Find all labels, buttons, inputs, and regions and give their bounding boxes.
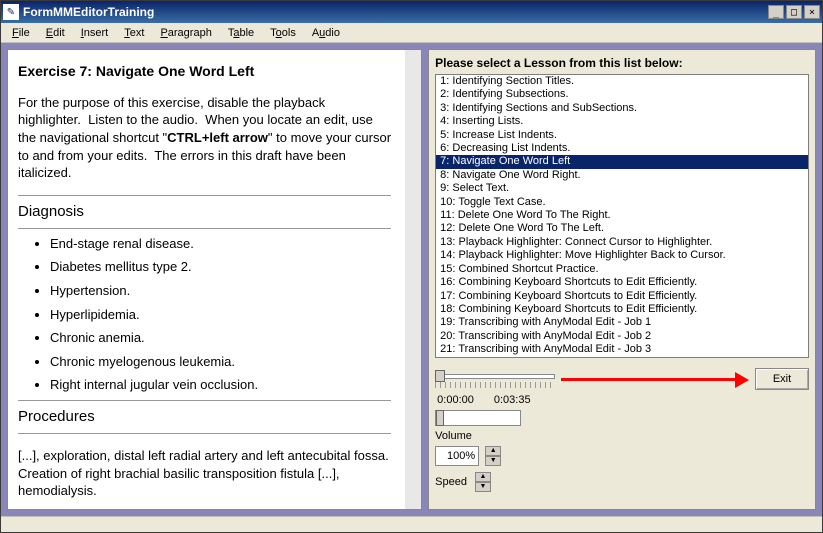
lesson-item[interactable]: 5: Increase List Indents. xyxy=(436,129,808,142)
statusbar xyxy=(1,516,822,532)
list-item: Chronic myelogenous leukemia. xyxy=(50,353,391,371)
app-window: ✎ FormMMEditorTraining _ □ × File Edit I… xyxy=(0,0,823,533)
lesson-item[interactable]: 2: Identifying Subsections. xyxy=(436,88,808,101)
menubar: File Edit Insert Text Paragraph Table To… xyxy=(1,23,822,43)
menu-file[interactable]: File xyxy=(5,25,37,41)
lesson-item[interactable]: 9: Select Text. xyxy=(436,182,808,195)
speed-down-button[interactable]: ▼ xyxy=(485,456,501,466)
lesson-item[interactable]: 15: Combined Shortcut Practice. xyxy=(436,263,808,276)
list-item: Diabetes mellitus type 2. xyxy=(50,258,391,276)
speed-label: Speed xyxy=(435,476,467,488)
menu-table[interactable]: Table xyxy=(221,25,261,41)
exit-button[interactable]: Exit xyxy=(755,368,809,390)
lesson-item[interactable]: 3: Identifying Sections and SubSections. xyxy=(436,102,808,115)
lesson-item[interactable]: 17: Combining Keyboard Shortcuts to Edit… xyxy=(436,290,808,303)
maximize-button[interactable]: □ xyxy=(786,5,802,19)
lesson-item[interactable]: 8: Navigate One Word Right. xyxy=(436,169,808,182)
section-diagnosis-title: Diagnosis xyxy=(18,202,391,222)
window-title: FormMMEditorTraining xyxy=(23,5,768,19)
lesson-item[interactable]: 11: Delete One Word To The Right. xyxy=(436,209,808,222)
menu-text[interactable]: Text xyxy=(117,25,151,41)
audio-position: 0:00:00 xyxy=(437,394,474,406)
procedures-body: [...], exploration, distal left radial a… xyxy=(18,447,391,500)
list-item: Right internal jugular vein occlusion. xyxy=(50,376,391,394)
document-pane: Exercise 7: Navigate One Word Left For t… xyxy=(7,49,422,510)
lesson-item[interactable]: 12: Delete One Word To The Left. xyxy=(436,222,808,235)
speed-alt-down[interactable]: ▼ xyxy=(475,482,491,492)
annotation-arrow xyxy=(561,375,749,383)
section-procedures-title: Procedures xyxy=(18,407,391,427)
audio-duration: 0:03:35 xyxy=(494,394,531,406)
lesson-item[interactable]: 1: Identifying Section Titles. xyxy=(436,75,808,88)
menu-insert[interactable]: Insert xyxy=(74,25,116,41)
lesson-item[interactable]: 21: Transcribing with AnyModal Edit - Jo… xyxy=(436,343,808,356)
volume-label: Volume xyxy=(435,430,809,442)
list-item: End-stage renal disease. xyxy=(50,235,391,253)
diagnosis-list: End-stage renal disease. Diabetes mellit… xyxy=(50,235,391,394)
lesson-item[interactable]: 19: Transcribing with AnyModal Edit - Jo… xyxy=(436,316,808,329)
titlebar: ✎ FormMMEditorTraining _ □ × xyxy=(1,1,822,23)
client-area: Exercise 7: Navigate One Word Left For t… xyxy=(1,43,822,516)
lesson-item[interactable]: 14: Playback Highlighter: Move Highlight… xyxy=(436,249,808,262)
seek-slider[interactable] xyxy=(435,368,555,390)
lesson-item[interactable]: 20: Transcribing with AnyModal Edit - Jo… xyxy=(436,330,808,343)
lesson-item[interactable]: 10: Toggle Text Case. xyxy=(436,196,808,209)
document-body[interactable]: Exercise 7: Navigate One Word Left For t… xyxy=(8,50,405,509)
volume-thumb[interactable] xyxy=(436,410,444,426)
lesson-list[interactable]: 1: Identifying Section Titles.2: Identif… xyxy=(435,74,809,358)
lesson-prompt: Please select a Lesson from this list be… xyxy=(435,56,809,70)
volume-slider[interactable] xyxy=(435,410,521,426)
minimize-button[interactable]: _ xyxy=(768,5,784,19)
speed-alt-up[interactable]: ▲ xyxy=(475,472,491,482)
menu-edit[interactable]: Edit xyxy=(39,25,72,41)
lesson-item[interactable]: 13: Playback Highlighter: Connect Cursor… xyxy=(436,236,808,249)
exercise-title: Exercise 7: Navigate One Word Left xyxy=(18,62,391,81)
menu-tools[interactable]: Tools xyxy=(263,25,303,41)
lesson-item[interactable]: 7: Navigate One Word Left xyxy=(436,155,808,168)
menu-paragraph[interactable]: Paragraph xyxy=(153,25,218,41)
lesson-item[interactable]: 18: Combining Keyboard Shortcuts to Edit… xyxy=(436,303,808,316)
close-button[interactable]: × xyxy=(804,5,820,19)
lesson-item[interactable]: 6: Decreasing List Indents. xyxy=(436,142,808,155)
speed-value[interactable]: 100% xyxy=(435,446,479,466)
lesson-item[interactable]: 4: Inserting Lists. xyxy=(436,115,808,128)
exercise-intro: For the purpose of this exercise, disabl… xyxy=(18,94,391,182)
lesson-pane: Please select a Lesson from this list be… xyxy=(428,49,816,510)
lesson-item[interactable]: 16: Combining Keyboard Shortcuts to Edit… xyxy=(436,276,808,289)
audio-controls: Exit 0:00:00 0:03:35 Volume 100% ▲ ▼ xyxy=(435,368,809,492)
doc-scrollbar[interactable] xyxy=(405,50,421,509)
seek-thumb[interactable] xyxy=(435,370,445,382)
speed-up-button[interactable]: ▲ xyxy=(485,446,501,456)
list-item: Chronic anemia. xyxy=(50,329,391,347)
app-icon: ✎ xyxy=(3,4,19,20)
list-item: Hypertension. xyxy=(50,282,391,300)
menu-audio[interactable]: Audio xyxy=(305,25,347,41)
list-item: Hyperlipidemia. xyxy=(50,306,391,324)
